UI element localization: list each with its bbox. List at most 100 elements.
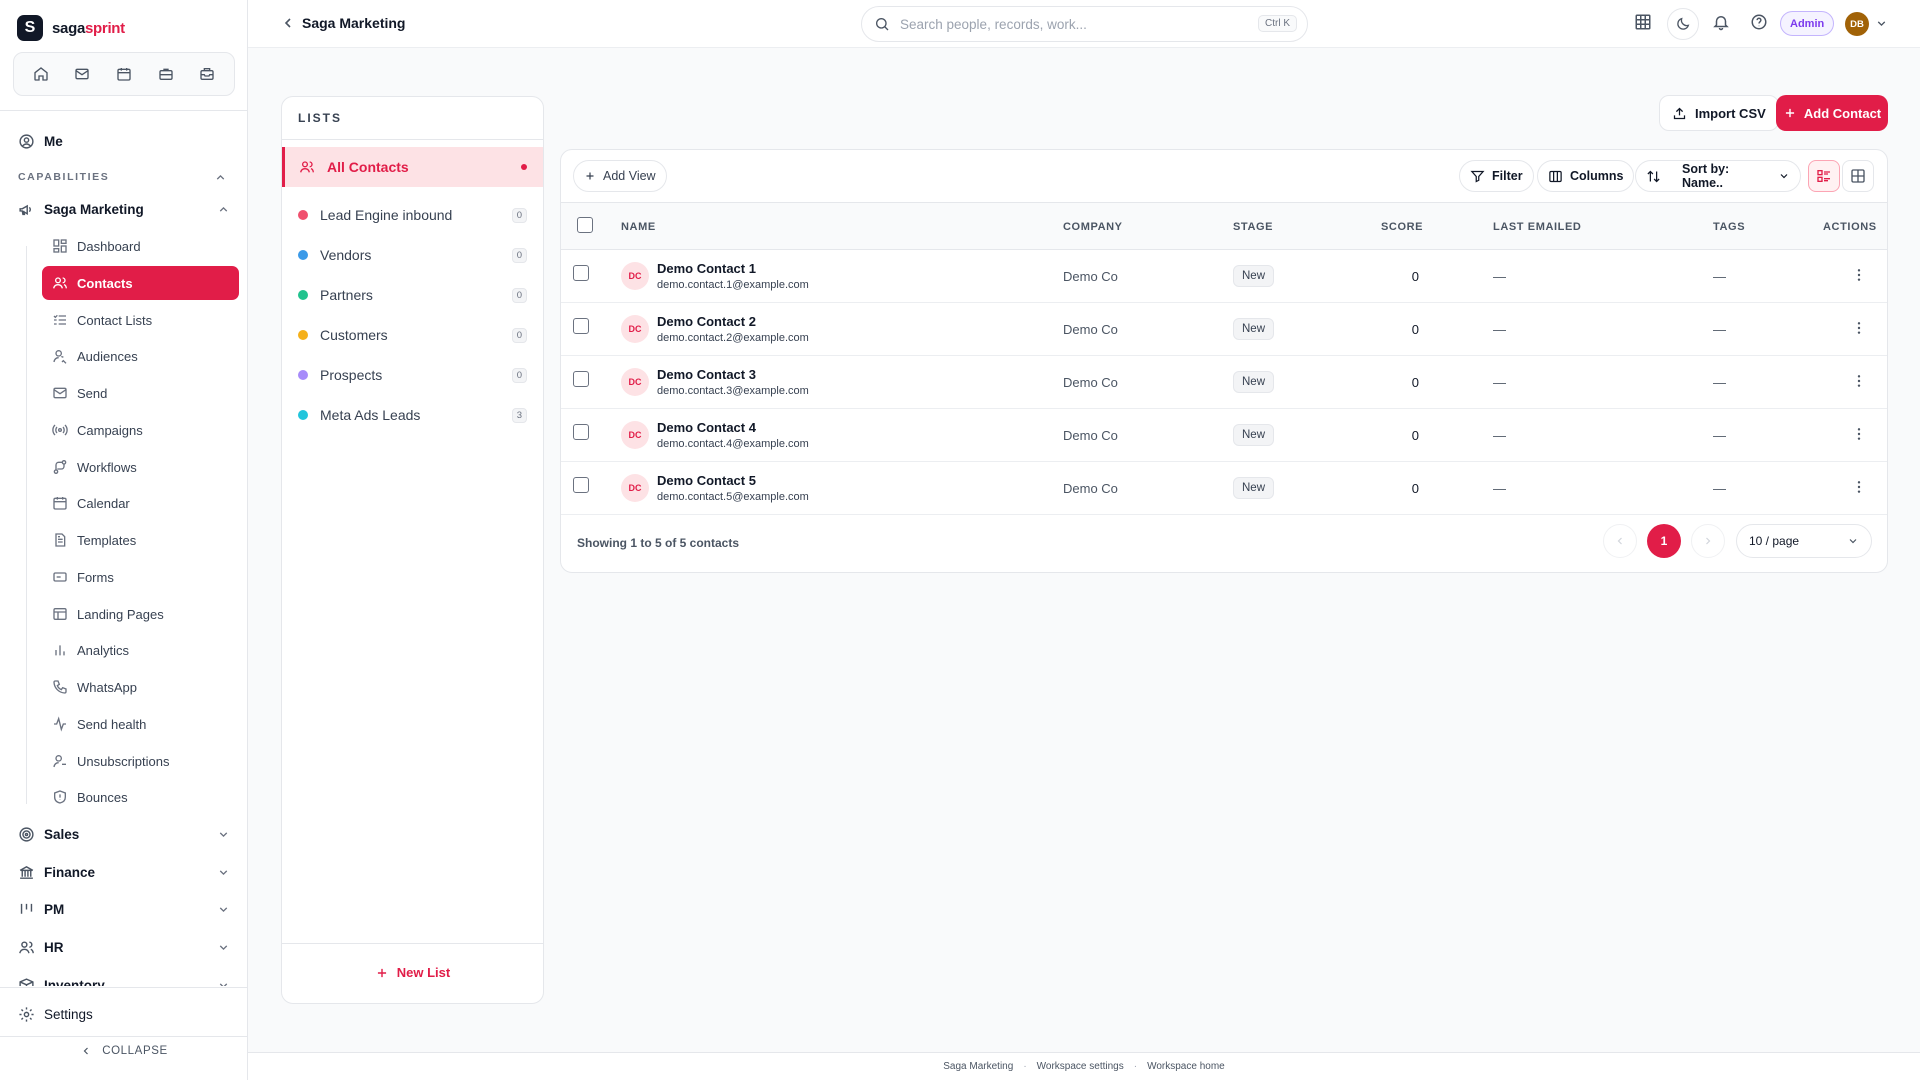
contact-name[interactable]: Demo Contact 4 <box>657 420 756 435</box>
row-checkbox[interactable] <box>573 265 589 281</box>
footer-link-saga-marketing[interactable]: Saga Marketing <box>943 1061 1013 1072</box>
inbox-icon[interactable] <box>189 59 225 89</box>
page-size-select[interactable]: 10 / page <box>1736 524 1872 558</box>
chevron-up-icon[interactable] <box>214 171 227 184</box>
contact-name[interactable]: Demo Contact 2 <box>657 314 756 329</box>
more-vertical-icon[interactable] <box>1851 320 1867 336</box>
sidebar-item-landing-pages[interactable]: Landing Pages <box>42 597 239 631</box>
column-header-stage[interactable]: STAGE <box>1233 221 1273 233</box>
filter-button[interactable]: Filter <box>1459 160 1534 192</box>
group-saga-marketing[interactable]: Saga Marketing <box>18 201 230 218</box>
list-icon <box>52 312 68 328</box>
calendar-icon[interactable] <box>106 59 142 89</box>
more-vertical-icon[interactable] <box>1851 267 1867 283</box>
chevron-down-icon[interactable] <box>1875 17 1888 30</box>
contact-email: demo.contact.3@example.com <box>657 385 809 397</box>
grid-view-toggle[interactable] <box>1842 160 1874 192</box>
mail-icon[interactable] <box>64 59 100 89</box>
group-inventory[interactable]: Inventory <box>18 977 230 986</box>
brand-logo[interactable]: S sagasprint <box>17 15 125 41</box>
footer-link-workspace-settings[interactable]: Workspace settings <box>1037 1061 1124 1072</box>
bell-icon[interactable] <box>1712 13 1730 31</box>
more-vertical-icon[interactable] <box>1851 426 1867 442</box>
sidebar-item-templates[interactable]: Templates <box>42 523 239 557</box>
list-item[interactable]: Prospects 0 <box>282 355 543 395</box>
chevron-down-icon <box>217 866 230 879</box>
workflow-icon <box>52 459 68 475</box>
list-item[interactable]: Partners 0 <box>282 275 543 315</box>
back-arrow-icon[interactable] <box>280 15 296 31</box>
sidebar-item-contact-lists[interactable]: Contact Lists <box>42 303 239 337</box>
group-sales[interactable]: Sales <box>18 826 230 843</box>
bank-icon <box>18 864 35 881</box>
list-item[interactable]: Vendors 0 <box>282 235 543 275</box>
row-checkbox[interactable] <box>573 424 589 440</box>
sidebar-divider <box>0 987 248 988</box>
column-header-company[interactable]: COMPANY <box>1063 221 1123 233</box>
row-checkbox[interactable] <box>573 318 589 334</box>
more-vertical-icon[interactable] <box>1851 373 1867 389</box>
sidebar-item-analytics[interactable]: Analytics <box>42 633 239 667</box>
sort-dropdown[interactable]: Sort by: Name.. <box>1635 160 1801 192</box>
group-hr[interactable]: HR <box>18 939 230 956</box>
next-page-button[interactable] <box>1691 524 1725 558</box>
table-row[interactable]: DC Demo Contact 1 demo.contact.1@example… <box>561 250 1887 303</box>
table-row[interactable]: DC Demo Contact 3 demo.contact.3@example… <box>561 356 1887 409</box>
global-search[interactable]: Search people, records, work... Ctrl K <box>861 6 1308 42</box>
sidebar-item-forms[interactable]: Forms <box>42 560 239 594</box>
table-row[interactable]: DC Demo Contact 4 demo.contact.4@example… <box>561 409 1887 462</box>
row-checkbox[interactable] <box>573 477 589 493</box>
page-button-current[interactable]: 1 <box>1647 524 1681 558</box>
column-header-name[interactable]: NAME <box>621 221 656 233</box>
sidebar-item-audiences[interactable]: Audiences <box>42 339 239 373</box>
sidebar-item-dashboard[interactable]: Dashboard <box>42 229 239 263</box>
apps-grid-icon[interactable] <box>1634 13 1652 31</box>
contact-name[interactable]: Demo Contact 1 <box>657 261 756 276</box>
add-contact-button[interactable]: Add Contact <box>1776 95 1888 131</box>
contact-name[interactable]: Demo Contact 5 <box>657 473 756 488</box>
column-header-tags: TAGS <box>1713 221 1746 233</box>
prev-page-button[interactable] <box>1603 524 1637 558</box>
sidebar-item-unsubscriptions[interactable]: Unsubscriptions <box>42 744 239 778</box>
sidebar-item-contacts[interactable]: Contacts <box>42 266 239 300</box>
nav-me[interactable]: Me <box>18 133 63 150</box>
import-csv-button[interactable]: Import CSV <box>1659 95 1779 131</box>
avatar[interactable]: DB <box>1845 12 1869 36</box>
group-pm[interactable]: PM <box>18 901 230 918</box>
more-vertical-icon[interactable] <box>1851 479 1867 495</box>
moon-icon[interactable] <box>1667 8 1699 40</box>
sidebar-item-whatsapp[interactable]: WhatsApp <box>42 670 239 704</box>
sidebar-item-send[interactable]: Send <box>42 376 239 410</box>
column-header-last-emailed[interactable]: LAST EMAILED <box>1493 221 1581 233</box>
add-view-button[interactable]: Add View <box>573 160 667 192</box>
home-icon[interactable] <box>23 59 59 89</box>
row-checkbox[interactable] <box>573 371 589 387</box>
help-icon[interactable] <box>1750 13 1768 31</box>
collapse-button[interactable]: COLLAPSE <box>0 1045 248 1057</box>
stage-badge: New <box>1233 424 1275 446</box>
list-item[interactable]: Customers 0 <box>282 315 543 355</box>
role-badge[interactable]: Admin <box>1780 11 1835 36</box>
stage-badge: New <box>1233 265 1275 287</box>
list-view-toggle[interactable] <box>1808 160 1840 192</box>
sidebar-item-campaigns[interactable]: Campaigns <box>42 413 239 447</box>
group-finance[interactable]: Finance <box>18 864 230 881</box>
select-all-checkbox[interactable] <box>577 217 593 233</box>
upload-icon <box>1672 106 1687 121</box>
list-item-all-contacts[interactable]: All Contacts <box>282 147 543 187</box>
sidebar-item-send-health[interactable]: Send health <box>42 707 239 741</box>
footer-link-workspace-home[interactable]: Workspace home <box>1147 1061 1225 1072</box>
column-header-score[interactable]: SCORE <box>1381 221 1423 233</box>
sidebar-item-calendar[interactable]: Calendar <box>42 486 239 520</box>
sidebar-item-bounces[interactable]: Bounces <box>42 780 239 814</box>
sidebar-item-workflows[interactable]: Workflows <box>42 450 239 484</box>
briefcase-icon[interactable] <box>148 59 184 89</box>
new-list-button[interactable]: New List <box>282 965 543 980</box>
list-item[interactable]: Lead Engine inbound 0 <box>282 195 543 235</box>
table-row[interactable]: DC Demo Contact 5 demo.contact.5@example… <box>561 462 1887 515</box>
table-row[interactable]: DC Demo Contact 2 demo.contact.2@example… <box>561 303 1887 356</box>
list-item[interactable]: Meta Ads Leads 3 <box>282 395 543 435</box>
nav-settings[interactable]: Settings <box>18 1006 93 1023</box>
columns-button[interactable]: Columns <box>1537 160 1635 192</box>
contact-name[interactable]: Demo Contact 3 <box>657 367 756 382</box>
